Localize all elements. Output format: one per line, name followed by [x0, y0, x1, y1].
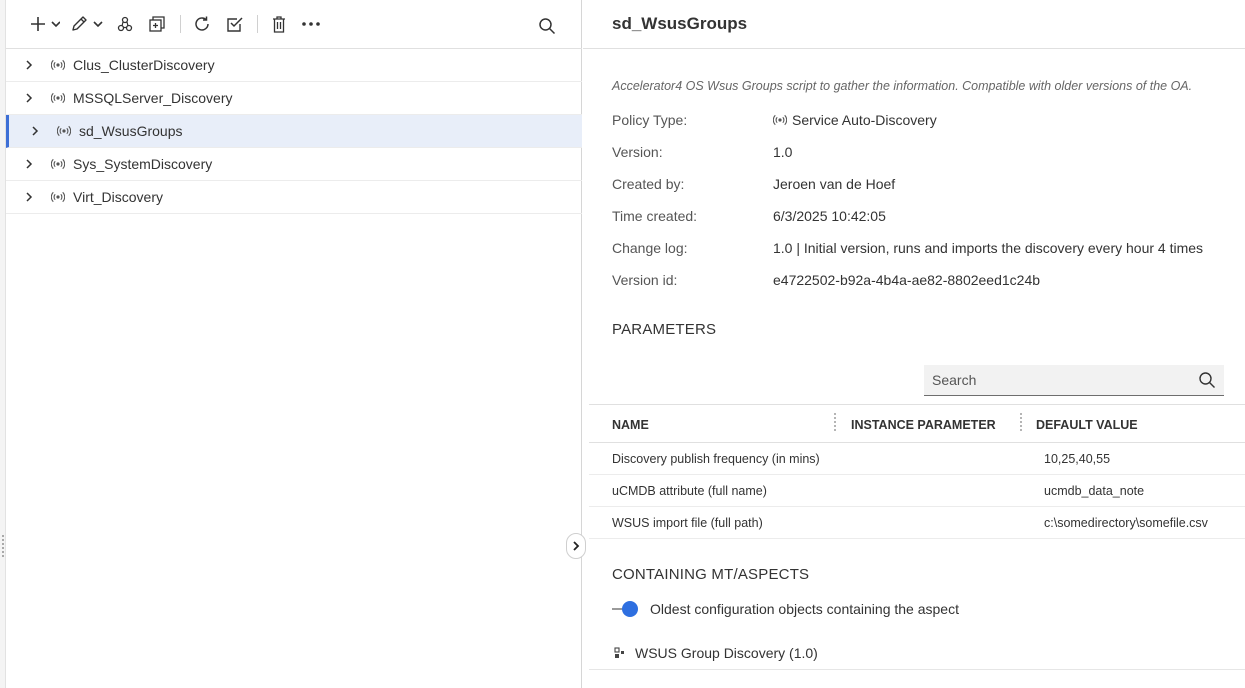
property-label: Created by: — [612, 176, 685, 192]
containing-heading: CONTAINING MT/ASPECTS — [612, 566, 810, 583]
checkbox-icon — [226, 16, 243, 32]
property-row: Policy Type: Service Auto-Discovery — [612, 104, 1203, 136]
property-row: Version id: e4722502-b92a-4b4a-ae82-8802… — [612, 264, 1203, 296]
search-input[interactable] — [932, 372, 1182, 388]
delete-button[interactable] — [270, 10, 288, 38]
oldest-objects-toggle[interactable] — [612, 599, 638, 619]
property-row: Change log: 1.0 | Initial version, runs … — [612, 232, 1203, 264]
property-row: Time created: 6/3/2025 10:42:05 — [612, 200, 1203, 232]
select-button[interactable] — [223, 10, 245, 38]
property-label: Policy Type: — [612, 112, 688, 128]
change-log-value: 1.0 | Initial version, runs and imports … — [773, 240, 1204, 256]
chevron-right-icon[interactable] — [30, 125, 42, 137]
table-header: NAME INSTANCE PARAMETER DEFAULT VALUE — [589, 404, 1245, 443]
tree-item-label: Sys_SystemDiscovery — [73, 156, 213, 172]
property-label: Time created: — [612, 208, 698, 224]
column-resize-handle[interactable] — [834, 413, 838, 433]
parameters-heading: PARAMETERS — [612, 321, 717, 338]
list-item-label: WSUS Group Discovery (1.0) — [635, 645, 818, 661]
column-header-instance[interactable]: INSTANCE PARAMETER — [851, 418, 996, 432]
policy-details-pane: sd_WsusGroups Accelerator4 OS Wsus Group… — [583, 0, 1245, 688]
parameter-name: WSUS import file (full path) — [612, 516, 763, 530]
refresh-icon — [195, 16, 209, 31]
tree-item-label: sd_WsusGroups — [79, 123, 183, 139]
column-header-default[interactable]: DEFAULT VALUE — [1036, 418, 1138, 432]
toolbar-divider — [257, 15, 258, 33]
tree-item[interactable]: Virt_Discovery — [6, 181, 582, 214]
tree-item-label: Clus_ClusterDiscovery — [73, 57, 215, 73]
chevron-right-icon[interactable] — [24, 191, 36, 203]
parameter-name: uCMDB attribute (full name) — [612, 484, 767, 498]
resize-grip[interactable] — [1, 535, 5, 557]
chevron-right-icon[interactable] — [24, 92, 36, 104]
auto-discovery-icon — [57, 124, 71, 138]
aspect-icon — [614, 647, 626, 659]
column-resize-handle[interactable] — [1020, 413, 1024, 433]
property-row: Created by: Jeroen van de Hoef — [612, 168, 1203, 200]
version-id-value: e4722502-b92a-4b4a-ae82-8802eed1c24b — [773, 272, 1041, 288]
chevron-right-icon[interactable] — [24, 158, 36, 170]
tree-item[interactable]: MSSQLServer_Discovery — [6, 82, 582, 115]
parameters-table: NAME INSTANCE PARAMETER DEFAULT VALUE Di… — [589, 404, 1245, 539]
parameter-default: 10,25,40,55 — [1044, 452, 1111, 466]
policy-description: Accelerator4 OS Wsus Groups script to ga… — [612, 79, 1193, 93]
policy-type-value: Service Auto-Discovery — [792, 112, 937, 128]
oldest-objects-toggle-row: Oldest configuration objects containing … — [612, 599, 959, 619]
link-button[interactable] — [114, 10, 136, 38]
version-value: 1.0 — [773, 144, 793, 160]
property-row: Version: 1.0 — [612, 136, 1203, 168]
property-value: Service Auto-Discovery — [773, 112, 937, 128]
refresh-button[interactable] — [191, 10, 213, 38]
parameter-default: c:\somedirectory\somefile.csv — [1044, 516, 1208, 530]
add-button[interactable] — [28, 10, 62, 38]
property-label: Change log: — [612, 240, 688, 256]
auto-discovery-icon — [51, 157, 65, 171]
auto-discovery-icon — [51, 91, 65, 105]
details-header: sd_WsusGroups — [583, 0, 1245, 49]
chevron-right-icon[interactable] — [24, 59, 36, 71]
parameter-search — [924, 365, 1224, 396]
search-icon[interactable] — [1198, 371, 1216, 392]
tree-item-selected[interactable]: sd_WsusGroups — [6, 115, 582, 148]
table-row[interactable]: uCMDB attribute (full name) ucmdb_data_n… — [589, 475, 1245, 507]
duplicate-button[interactable] — [146, 10, 168, 38]
auto-discovery-icon — [773, 113, 787, 127]
more-icon — [302, 22, 320, 26]
parameter-default: ucmdb_data_note — [1044, 484, 1145, 498]
add-icon — [31, 17, 60, 31]
search-icon — [539, 18, 556, 35]
toggle-label: Oldest configuration objects containing … — [650, 601, 959, 617]
table-row[interactable]: WSUS import file (full path) c:\somedire… — [589, 507, 1245, 539]
auto-discovery-icon — [51, 190, 65, 204]
policy-tree-pane: Clus_ClusterDiscovery MSSQLServer_Discov… — [6, 0, 582, 688]
created-by-value: Jeroen van de Hoef — [773, 176, 896, 192]
policy-tree: Clus_ClusterDiscovery MSSQLServer_Discov… — [6, 49, 582, 214]
tree-item-label: MSSQLServer_Discovery — [73, 90, 233, 106]
property-label: Version: — [612, 144, 663, 160]
toolbar-divider — [180, 15, 181, 33]
tree-item[interactable]: Clus_ClusterDiscovery — [6, 49, 582, 82]
tree-item[interactable]: Sys_SystemDiscovery — [6, 148, 582, 181]
edit-button[interactable] — [70, 10, 104, 38]
delete-icon — [273, 15, 285, 33]
tree-item-label: Virt_Discovery — [73, 189, 163, 205]
more-button[interactable] — [300, 10, 322, 38]
toolbar — [6, 0, 582, 49]
edit-icon — [72, 16, 103, 31]
page-title: sd_WsusGroups — [612, 14, 748, 33]
auto-discovery-icon — [51, 58, 65, 72]
column-header-name[interactable]: NAME — [612, 418, 649, 432]
time-created-value: 6/3/2025 10:42:05 — [773, 208, 886, 224]
duplicate-icon — [149, 16, 165, 32]
policy-properties: Policy Type: Service Auto-Discovery Vers… — [612, 104, 1203, 296]
table-row[interactable]: Discovery publish frequency (in mins) 10… — [589, 443, 1245, 475]
chevron-right-icon — [573, 541, 580, 551]
link-icon — [117, 16, 133, 32]
parameter-name: Discovery publish frequency (in mins) — [612, 452, 820, 466]
property-label: Version id: — [612, 272, 678, 288]
collapse-pane-button[interactable] — [566, 533, 586, 559]
tree-search-button[interactable] — [538, 12, 556, 40]
list-item[interactable]: WSUS Group Discovery (1.0) — [589, 637, 1245, 670]
